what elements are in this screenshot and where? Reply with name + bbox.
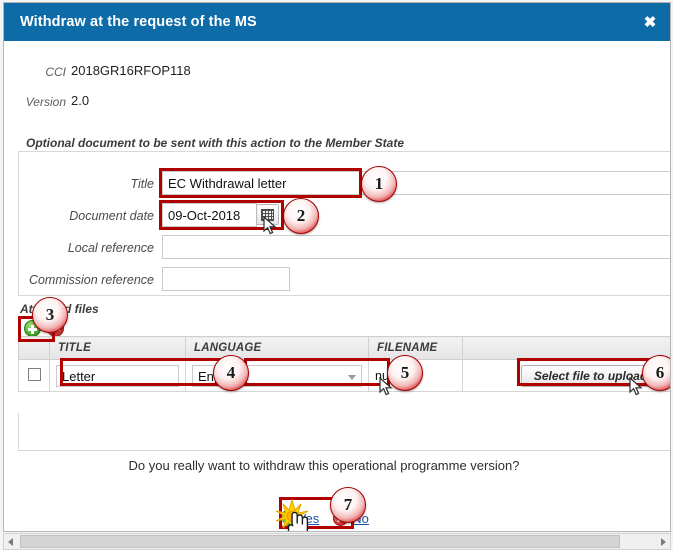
document-date-label: Document date bbox=[69, 209, 154, 223]
commission-reference-input[interactable] bbox=[162, 267, 290, 291]
title-label: Title bbox=[130, 177, 154, 191]
scroll-left-icon[interactable] bbox=[8, 538, 13, 546]
screenshot-root: Withdraw at the request of the MS ✖ CCI … bbox=[0, 0, 673, 550]
attached-files-table: TITLE LANGUAGE FILENAME Letter null Sele… bbox=[18, 336, 670, 392]
optional-document-legend: Optional document to be sent with this a… bbox=[26, 136, 405, 150]
local-reference-label: Local reference bbox=[67, 241, 154, 255]
row-select-cell bbox=[18, 359, 50, 392]
calendar-icon[interactable] bbox=[256, 204, 279, 225]
horizontal-scrollbar[interactable] bbox=[3, 533, 671, 550]
column-select bbox=[18, 336, 50, 360]
local-reference-input[interactable] bbox=[162, 235, 670, 259]
title-input[interactable]: EC Withdrawal letter bbox=[162, 171, 670, 195]
confirm-answers: Yes No bbox=[4, 511, 644, 526]
annotation-badge-4: 4 bbox=[213, 355, 249, 391]
commission-reference-label: Commission reference bbox=[28, 273, 154, 287]
annotation-badge-6: 6 bbox=[642, 355, 670, 391]
version-label: Version bbox=[25, 95, 66, 109]
cci-value: 2018GR16RFOP118 bbox=[71, 63, 191, 78]
scroll-right-icon[interactable] bbox=[661, 538, 666, 546]
calendar-glyph bbox=[261, 209, 274, 221]
withdraw-dialog: Withdraw at the request of the MS ✖ CCI … bbox=[3, 2, 671, 532]
select-file-to-upload-button[interactable]: Select file to upload bbox=[520, 364, 661, 387]
scrollbar-thumb[interactable] bbox=[20, 535, 620, 548]
version-value: 2.0 bbox=[71, 93, 90, 108]
row-upload-cell: Select file to upload bbox=[462, 359, 670, 392]
yes-answer[interactable]: Yes bbox=[279, 511, 319, 526]
chevron-down-icon bbox=[348, 374, 356, 380]
yes-link[interactable]: Yes bbox=[298, 511, 319, 526]
document-date-input[interactable]: 09-Oct-2018 bbox=[162, 203, 257, 227]
annotation-badge-2: 2 bbox=[283, 198, 319, 234]
check-circle-icon bbox=[279, 511, 295, 526]
column-filename: FILENAME bbox=[368, 336, 463, 360]
annotation-badge-3: 3 bbox=[32, 297, 68, 333]
table-footer bbox=[18, 413, 670, 451]
column-language: LANGUAGE bbox=[185, 336, 369, 360]
close-icon[interactable]: ✖ bbox=[642, 15, 658, 31]
annotation-badge-7: 7 bbox=[330, 487, 366, 523]
column-title: TITLE bbox=[49, 336, 186, 360]
row-title-cell: Letter bbox=[49, 359, 186, 392]
annotation-badge-5: 5 bbox=[387, 355, 423, 391]
confirm-question: Do you really want to withdraw this oper… bbox=[128, 458, 520, 473]
annotation-badge-1: 1 bbox=[361, 166, 397, 202]
cci-label: CCI bbox=[45, 65, 66, 79]
column-upload bbox=[462, 336, 670, 360]
dialog-titlebar: Withdraw at the request of the MS ✖ bbox=[4, 3, 670, 41]
dialog-title: Withdraw at the request of the MS bbox=[20, 14, 257, 30]
row-title-input[interactable]: Letter bbox=[56, 364, 179, 387]
table-header-row: TITLE LANGUAGE FILENAME bbox=[18, 336, 670, 360]
table-row: Letter English null Select file to uploa… bbox=[18, 359, 670, 392]
row-checkbox[interactable] bbox=[27, 367, 41, 381]
